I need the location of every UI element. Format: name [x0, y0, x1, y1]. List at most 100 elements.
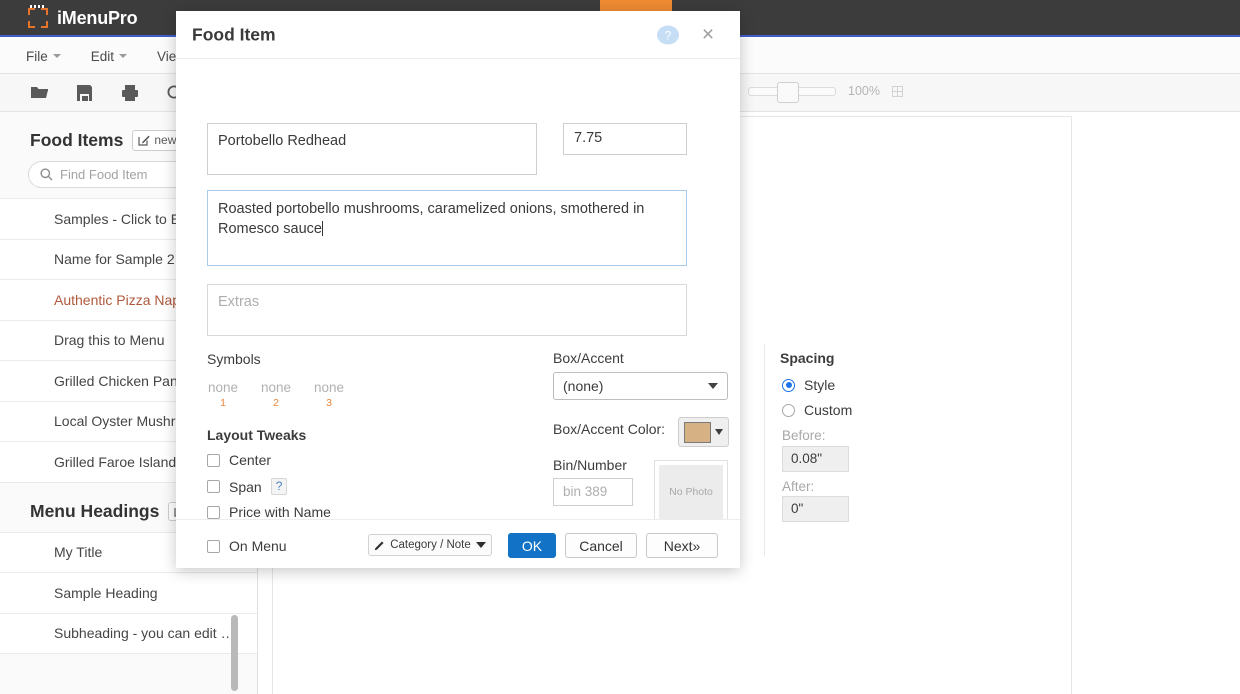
pencil-icon: [374, 540, 385, 551]
next-button[interactable]: Next»: [646, 533, 718, 558]
menu-edit[interactable]: Edit: [90, 48, 128, 64]
checkbox-span-box[interactable]: [207, 480, 220, 493]
price-value: 7.75: [574, 130, 603, 146]
spacing-before-input[interactable]: 0.08": [782, 446, 849, 472]
symbol-slot-3-label: none: [313, 380, 345, 395]
checkbox-center-label: Center: [229, 452, 272, 468]
menu-view[interactable]: Vie: [157, 49, 176, 64]
price-input[interactable]: 7.75: [563, 123, 687, 155]
bin-number-input[interactable]: bin 389: [553, 478, 633, 506]
zoom-slider[interactable]: [748, 81, 836, 103]
checkbox-span-label: Span: [229, 478, 262, 495]
layout-tweaks-title: Layout Tweaks: [207, 427, 307, 443]
radio-custom[interactable]: Custom: [782, 402, 852, 418]
radio-custom-button[interactable]: [782, 403, 795, 417]
checkbox-center[interactable]: Center: [207, 452, 271, 468]
print-icon[interactable]: [120, 83, 139, 102]
category-note-label: Category / Note: [390, 539, 471, 551]
dialog-title: Food Item: [192, 24, 276, 45]
spacing-before-value: 0.08": [791, 451, 823, 466]
span-help-icon[interactable]: ?: [270, 478, 288, 495]
chevron-down-icon: [715, 429, 723, 435]
help-icon[interactable]: ?: [657, 25, 679, 45]
symbol-slot-1[interactable]: none 1: [207, 380, 239, 409]
brand-logo-area[interactable]: iMenuPro: [28, 4, 138, 32]
symbols-row: none 1 none 2 none 3: [207, 380, 345, 409]
box-accent-selected-value: (none): [563, 378, 604, 394]
spacing-before-label: Before:: [782, 428, 826, 443]
bin-number-placeholder: bin 389: [563, 484, 608, 499]
save-icon[interactable]: [75, 83, 94, 102]
vertical-divider: [764, 344, 765, 556]
dialog-body: Portobello Redhead 7.75 Roasted portobel…: [176, 59, 852, 556]
next-button-label: Next»: [663, 537, 701, 554]
list-item-label: Grilled Chicken Pan: [54, 372, 178, 389]
extras-textarea[interactable]: Extras: [207, 284, 687, 336]
spacing-after-label: After:: [782, 479, 815, 494]
box-accent-select[interactable]: (none): [553, 372, 728, 400]
box-accent-title: Box/Accent: [553, 350, 624, 366]
symbols-title: Symbols: [207, 351, 261, 367]
checkbox-on-menu[interactable]: On Menu: [207, 538, 287, 554]
grid-icon[interactable]: [891, 85, 903, 97]
list-item-label: Samples - Click to E: [54, 210, 181, 227]
list-item[interactable]: Sample Heading: [0, 573, 257, 614]
checkbox-on-menu-box[interactable]: [207, 539, 220, 553]
zoom-level-label: 100%: [848, 84, 880, 98]
ok-button-label: OK: [521, 537, 543, 554]
checkbox-price-with-name[interactable]: Price with Name: [207, 504, 331, 520]
menu-file[interactable]: File: [26, 49, 61, 64]
description-textarea[interactable]: Roasted portobello mushrooms, caramelize…: [207, 190, 687, 266]
symbol-slot-2[interactable]: none 2: [260, 380, 292, 409]
dialog-footer: On Menu Category / Note OK Cancel Next»: [176, 519, 740, 568]
menu-file-label: File: [26, 48, 48, 64]
cancel-button-label: Cancel: [579, 537, 623, 554]
chevron-down-icon: [52, 54, 61, 58]
checkbox-center-box[interactable]: [207, 453, 220, 467]
symbol-slot-3[interactable]: none 3: [313, 380, 345, 409]
symbol-slot-1-label: none: [207, 380, 239, 395]
bin-number-title: Bin/Number: [553, 457, 627, 473]
radio-style-button[interactable]: [782, 378, 795, 392]
symbol-slot-1-number: 1: [220, 397, 226, 409]
checkbox-price-with-name-box[interactable]: [207, 505, 220, 519]
menu-headings-title: Menu Headings: [30, 500, 160, 521]
spacing-after-value: 0": [791, 501, 804, 516]
box-accent-color-label: Box/Accent Color:: [553, 421, 666, 437]
open-folder-icon[interactable]: [30, 83, 49, 102]
application-window: iMenuPro U File Edit Vie: [0, 0, 1240, 694]
checkbox-price-with-name-label: Price with Name: [229, 504, 331, 520]
brand-name: iMenuPro: [57, 7, 138, 28]
no-photo-label: No Photo: [659, 465, 723, 519]
menu-view-label: Vie: [157, 48, 177, 64]
cancel-button[interactable]: Cancel: [565, 533, 637, 558]
box-accent-color-picker[interactable]: [678, 417, 729, 447]
imenupro-logo-icon: [28, 5, 48, 28]
zoom-control[interactable]: 100%: [748, 81, 903, 103]
list-item-label: Name for Sample 2: [54, 251, 175, 268]
zoom-slider-thumb[interactable]: [777, 81, 799, 103]
extras-placeholder: Extras: [218, 294, 260, 310]
spacing-title: Spacing: [780, 350, 835, 366]
menu-edit-label: Edit: [90, 48, 115, 64]
close-icon[interactable]: ×: [698, 24, 718, 45]
category-note-button[interactable]: Category / Note: [368, 534, 492, 556]
radio-style[interactable]: Style: [782, 377, 835, 393]
list-item-label: Subheading - you can edit …: [54, 625, 235, 642]
list-item-label: My Title: [54, 544, 103, 561]
food-name-input[interactable]: Portobello Redhead: [207, 123, 537, 175]
list-item-label: Drag this to Menu: [54, 332, 165, 349]
symbol-slot-3-number: 3: [326, 397, 332, 409]
ok-button[interactable]: OK: [508, 533, 556, 558]
food-item-search-placeholder: Find Food Item: [60, 167, 148, 182]
menu-headings-scrollbar-thumb[interactable]: [231, 614, 238, 691]
checkbox-span[interactable]: Span ?: [207, 478, 288, 495]
description-value: Roasted portobello mushrooms, caramelize…: [218, 201, 645, 237]
photo-preview[interactable]: No Photo: [654, 460, 728, 524]
text-cursor: [321, 221, 323, 236]
list-item-label: Local Oyster Mushr: [54, 413, 176, 430]
list-item[interactable]: Subheading - you can edit …: [0, 614, 257, 654]
spacing-after-input[interactable]: 0": [782, 496, 849, 522]
symbol-slot-2-label: none: [260, 380, 292, 395]
list-item-label: Authentic Pizza Nap: [54, 291, 181, 308]
